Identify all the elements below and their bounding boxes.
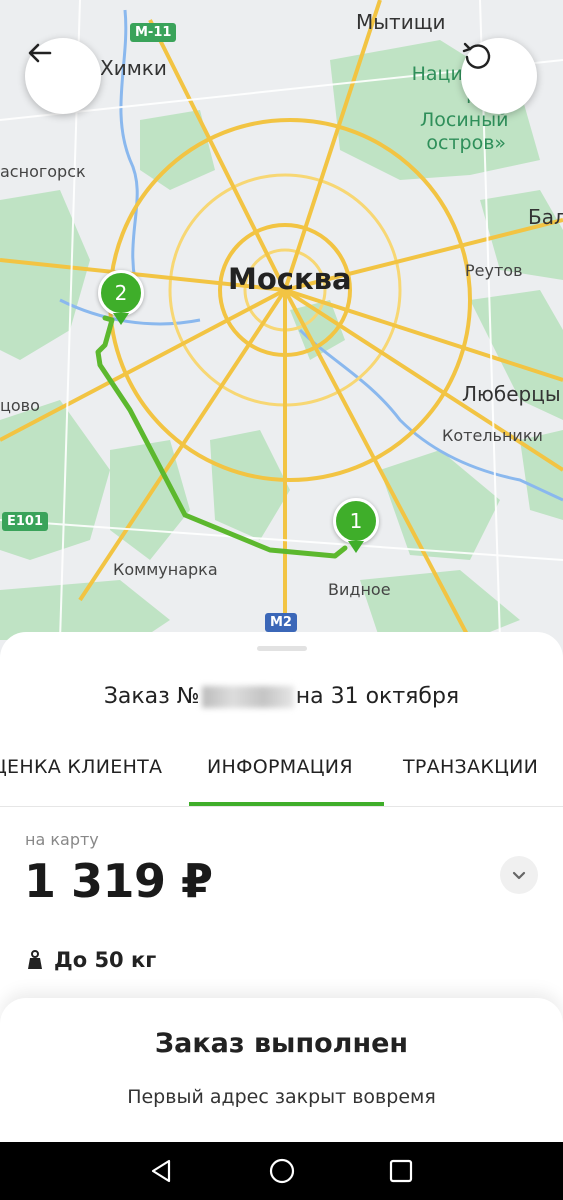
road-badge-m2: M2	[265, 613, 297, 632]
route-pin-1[interactable]: 1	[333, 498, 379, 544]
active-tab-indicator	[189, 802, 384, 806]
status-title: Заказ выполнен	[154, 1028, 409, 1059]
payment-method-label: на карту	[25, 830, 99, 849]
map-view[interactable]: Мытищи Химки Национ пар Лосиный остров» …	[0, 0, 563, 690]
nav-home-button[interactable]	[267, 1156, 297, 1186]
map-label-khimki: Химки	[100, 56, 167, 80]
map-label-moskva: Москва	[228, 262, 352, 296]
tab-transactions[interactable]: ТРАНЗАКЦИИ	[403, 756, 538, 778]
order-number-redacted	[201, 686, 294, 708]
arrow-left-icon	[28, 43, 52, 63]
map-label-tsovo: цово	[0, 396, 40, 415]
refresh-icon	[462, 42, 491, 69]
status-subtitle: Первый адрес закрыт вовремя	[127, 1086, 436, 1108]
weight-icon	[28, 950, 42, 969]
map-label-kotelniki: Котельники	[442, 426, 543, 445]
order-tabs: ЦЕНКА КЛИЕНТА ИНФОРМАЦИЯ ТРАНЗАКЦИИ	[0, 756, 563, 807]
back-button[interactable]	[25, 38, 101, 114]
chevron-down-icon	[512, 871, 526, 880]
recents-square-icon	[389, 1159, 413, 1183]
order-title-suffix: на 31 октября	[295, 684, 460, 709]
map-label-bal: Бал	[528, 205, 563, 229]
system-navbar	[0, 1142, 563, 1200]
nav-back-button[interactable]	[146, 1156, 176, 1186]
weight-limit-text: До 50 кг	[54, 948, 157, 972]
map-label-reutov: Реутов	[465, 261, 523, 280]
road-badge-e101: E101	[2, 512, 49, 531]
map-label-lyubertsy: Люберцы	[462, 382, 561, 406]
route-pin-2[interactable]: 2	[98, 270, 144, 316]
expand-price-button[interactable]	[500, 856, 538, 894]
refresh-button[interactable]	[461, 38, 537, 114]
order-sheet: Заказ № на 31 октября ЦЕНКА КЛИЕНТА ИНФОР…	[0, 632, 563, 1142]
map-label-mytishchi: Мытищи	[356, 10, 446, 34]
drag-handle[interactable]	[257, 646, 307, 651]
home-circle-icon	[269, 1158, 295, 1184]
order-title-prefix: Заказ №	[103, 684, 200, 709]
order-title: Заказ № на 31 октября	[0, 684, 563, 709]
map-label-vidnoe: Видное	[328, 580, 391, 599]
order-status-card: Заказ выполнен Первый адрес закрыт вовре…	[0, 998, 563, 1142]
map-label-kommunarka: Коммунарка	[113, 560, 218, 579]
order-price: 1 319 ₽	[24, 854, 213, 908]
park-line-4: остров»	[426, 132, 507, 154]
nav-recents-button[interactable]	[386, 1156, 416, 1186]
back-triangle-icon	[151, 1159, 171, 1183]
weight-limit: До 50 кг	[26, 948, 156, 972]
map-label-krasnogorsk: аснoгорск	[0, 162, 86, 181]
road-badge-m11: M-11	[130, 23, 177, 42]
tab-information[interactable]: ИНФОРМАЦИЯ	[207, 756, 353, 778]
tab-client-rating[interactable]: ЦЕНКА КЛИЕНТА	[0, 756, 162, 778]
